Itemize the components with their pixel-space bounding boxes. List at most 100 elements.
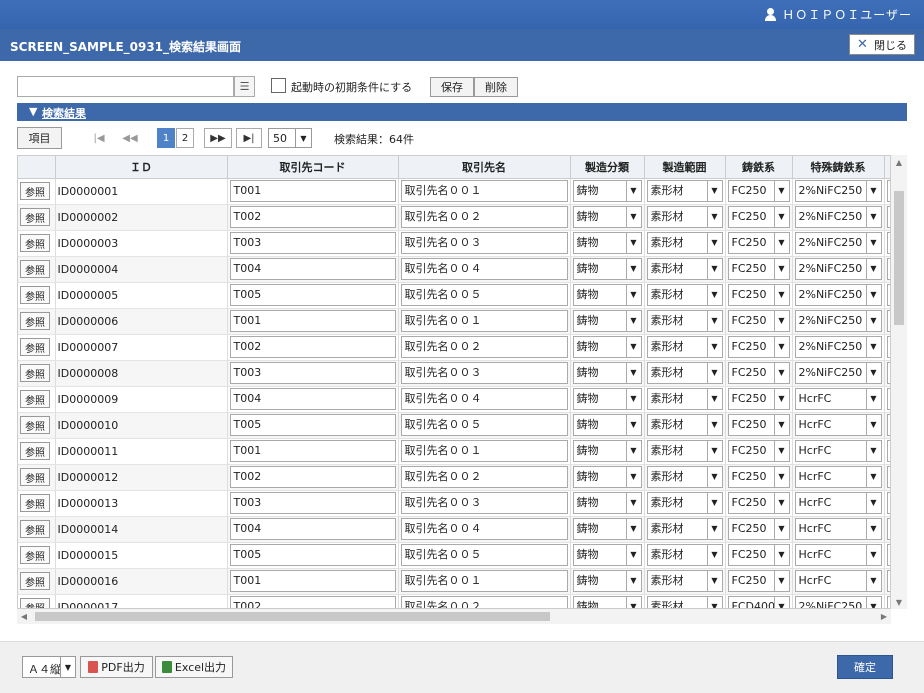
special-iron-select[interactable]: 2%NiFC250 ▼ [794,336,882,358]
range-select[interactable]: 素形材 ▼ [646,206,723,228]
col-header-iron[interactable]: 鋳鉄系 [725,156,793,179]
list-icon[interactable]: ☰ [234,76,255,97]
user-menu[interactable]: ＨＯＩＰＯＩユーザー [764,6,912,23]
name-field[interactable]: 取引先名００１ [400,310,568,332]
code-field[interactable]: T002 [229,336,396,358]
ref-button[interactable]: 参照 [20,494,50,512]
page-size-select[interactable]: 50 ▼ [268,128,312,148]
ref-button[interactable]: 参照 [20,312,50,330]
scroll-down-icon[interactable]: ▼ [891,595,907,609]
category-select[interactable]: 鋳物 ▼ [572,466,642,488]
ref-button[interactable]: 参照 [20,182,50,200]
category-select[interactable]: 鋳物 ▼ [572,518,642,540]
name-field[interactable]: 取引先名００４ [400,518,568,540]
paper-size-select[interactable]: Ａ４縦 ▼ [22,656,76,678]
category-select[interactable]: 鋳物 ▼ [572,362,642,384]
last-page-icon[interactable]: ▶| [236,128,262,148]
name-field[interactable]: 取引先名００５ [400,284,568,306]
special-iron-select[interactable]: 2%NiFC250 ▼ [794,596,882,608]
items-button[interactable]: 項目 [17,127,62,149]
range-select[interactable]: 素形材 ▼ [646,518,723,540]
iron-select[interactable]: FC250 ▼ [727,206,790,228]
save-button[interactable]: 保存 [430,77,474,97]
ref-button[interactable]: 参照 [20,468,50,486]
category-select[interactable]: 鋳物 ▼ [572,596,642,608]
scroll-right-icon[interactable]: ▶ [877,609,891,624]
name-field[interactable]: 取引先名００２ [400,206,568,228]
category-select[interactable]: 鋳物 ▼ [572,180,642,202]
code-field[interactable]: T005 [229,544,396,566]
col-header-category[interactable]: 製造分類 [570,156,645,179]
special-iron-select[interactable]: 2%NiFC250 ▼ [794,180,882,202]
ref-button[interactable]: 参照 [20,234,50,252]
ref-button[interactable]: 参照 [20,364,50,382]
code-field[interactable]: T001 [229,180,396,202]
name-field[interactable]: 取引先名００３ [400,232,568,254]
pdf-export-button[interactable]: PDF出力 [80,656,153,678]
special-iron-select[interactable]: HcrFC ▼ [794,570,882,592]
category-select[interactable]: 鋳物 ▼ [572,570,642,592]
code-field[interactable]: T001 [229,570,396,592]
next-page-icon[interactable]: ▶▶ [204,128,232,148]
ref-button[interactable]: 参照 [20,286,50,304]
ref-button[interactable]: 参照 [20,208,50,226]
range-select[interactable]: 素形材 ▼ [646,492,723,514]
special-iron-select[interactable]: HcrFC ▼ [794,388,882,410]
ref-button[interactable]: 参照 [20,520,50,538]
iron-select[interactable]: FC250 ▼ [727,362,790,384]
section-header[interactable]: ▼ 検索結果 [17,103,907,121]
iron-select[interactable]: FCD400 ▼ [727,596,790,608]
name-field[interactable]: 取引先名００１ [400,570,568,592]
ref-button[interactable]: 参照 [20,260,50,278]
range-select[interactable]: 素形材 ▼ [646,570,723,592]
code-field[interactable]: T001 [229,310,396,332]
code-field[interactable]: T004 [229,388,396,410]
default-condition-checkbox[interactable] [271,78,286,93]
search-input[interactable] [17,76,234,97]
category-select[interactable]: 鋳物 ▼ [572,492,642,514]
col-header-range[interactable]: 製造範囲 [644,156,726,179]
category-select[interactable]: 鋳物 ▼ [572,258,642,280]
range-select[interactable]: 素形材 ▼ [646,336,723,358]
col-header-special-iron[interactable]: 特殊鋳鉄系 [792,156,885,179]
category-select[interactable]: 鋳物 ▼ [572,414,642,436]
category-select[interactable]: 鋳物 ▼ [572,388,642,410]
iron-select[interactable]: FC250 ▼ [727,388,790,410]
ref-button[interactable]: 参照 [20,390,50,408]
code-field[interactable]: T003 [229,362,396,384]
range-select[interactable]: 素形材 ▼ [646,466,723,488]
iron-select[interactable]: FC250 ▼ [727,492,790,514]
name-field[interactable]: 取引先名００４ [400,388,568,410]
iron-select[interactable]: FC250 ▼ [727,570,790,592]
code-field[interactable]: T001 [229,440,396,462]
vertical-scrollbar[interactable]: ▲ ▼ [891,155,907,609]
col-header-name[interactable]: 取引先名 [398,156,571,179]
range-select[interactable]: 素形材 ▼ [646,362,723,384]
iron-select[interactable]: FC250 ▼ [727,544,790,566]
name-field[interactable]: 取引先名００５ [400,414,568,436]
iron-select[interactable]: FC250 ▼ [727,518,790,540]
special-iron-select[interactable]: HcrFC ▼ [794,440,882,462]
iron-select[interactable]: FC250 ▼ [727,232,790,254]
page-2-button[interactable]: 2 [176,128,194,148]
range-select[interactable]: 素形材 ▼ [646,310,723,332]
name-field[interactable]: 取引先名００５ [400,544,568,566]
ref-button[interactable]: 参照 [20,338,50,356]
name-field[interactable]: 取引先名００３ [400,362,568,384]
range-select[interactable]: 素形材 ▼ [646,544,723,566]
range-select[interactable]: 素形材 ▼ [646,258,723,280]
name-field[interactable]: 取引先名００１ [400,440,568,462]
iron-select[interactable]: FC250 ▼ [727,414,790,436]
code-field[interactable]: T003 [229,232,396,254]
range-select[interactable]: 素形材 ▼ [646,232,723,254]
special-iron-select[interactable]: 2%NiFC250 ▼ [794,206,882,228]
name-field[interactable]: 取引先名００２ [400,466,568,488]
iron-select[interactable]: FC250 ▼ [727,258,790,280]
scroll-up-icon[interactable]: ▲ [891,155,907,169]
iron-select[interactable]: FC250 ▼ [727,284,790,306]
category-select[interactable]: 鋳物 ▼ [572,232,642,254]
category-select[interactable]: 鋳物 ▼ [572,284,642,306]
code-field[interactable]: T005 [229,284,396,306]
code-field[interactable]: T003 [229,492,396,514]
category-select[interactable]: 鋳物 ▼ [572,310,642,332]
